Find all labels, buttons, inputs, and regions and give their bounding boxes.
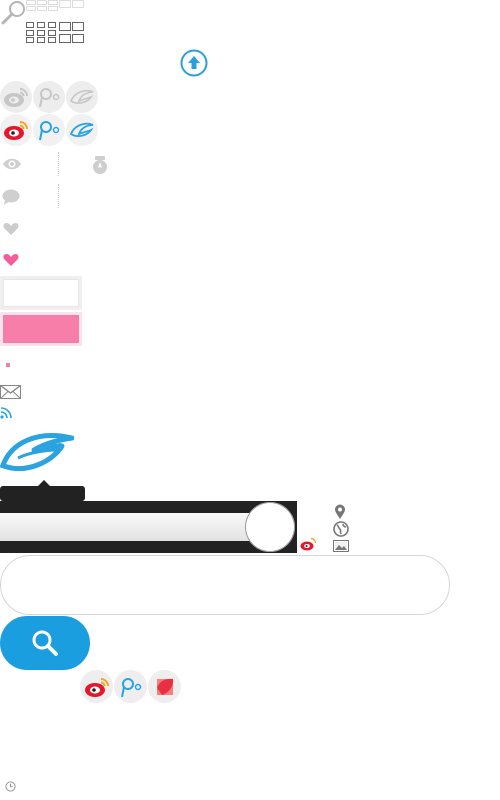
tencent-weibo-color-icon[interactable] bbox=[33, 114, 65, 146]
weibo-small-icon[interactable] bbox=[300, 537, 317, 551]
clock-icon bbox=[5, 781, 16, 792]
upload-icon[interactable] bbox=[180, 49, 208, 77]
grey-button[interactable] bbox=[0, 276, 82, 310]
grid-view-icon-faint bbox=[26, 0, 84, 12]
tooltip-arrow bbox=[38, 480, 50, 486]
search-button[interactable] bbox=[0, 616, 90, 670]
weibo-color-icon[interactable] bbox=[0, 114, 32, 146]
weibo-share-button[interactable] bbox=[80, 670, 113, 703]
qzone-color-icon[interactable] bbox=[66, 114, 98, 146]
medal-icon bbox=[92, 156, 108, 174]
search-icon bbox=[32, 630, 58, 656]
magnifier-icon[interactable] bbox=[0, 0, 28, 26]
qzone-logo-icon bbox=[0, 428, 74, 472]
comment-icon bbox=[2, 189, 20, 205]
globe-icon[interactable] bbox=[333, 521, 349, 537]
mail-icon[interactable] bbox=[0, 385, 21, 399]
tencent-share-button[interactable] bbox=[114, 670, 147, 703]
divider bbox=[58, 152, 59, 176]
heart-active-icon[interactable] bbox=[3, 253, 19, 267]
weibo-icon[interactable] bbox=[0, 81, 32, 113]
douban-share-button[interactable] bbox=[148, 670, 181, 703]
location-pin-icon[interactable] bbox=[334, 504, 346, 520]
eye-icon bbox=[2, 157, 22, 171]
divider bbox=[58, 184, 59, 208]
grid-view-icon[interactable] bbox=[26, 22, 84, 44]
rss-icon[interactable] bbox=[0, 405, 14, 419]
pink-button[interactable] bbox=[0, 312, 82, 346]
pink-dot bbox=[6, 363, 10, 367]
slider-thumb[interactable] bbox=[245, 502, 295, 552]
tooltip bbox=[0, 486, 85, 501]
search-input[interactable] bbox=[0, 555, 450, 615]
image-icon[interactable] bbox=[333, 540, 349, 552]
heart-icon[interactable] bbox=[3, 222, 19, 236]
qzone-icon[interactable] bbox=[66, 81, 98, 113]
tencent-weibo-icon[interactable] bbox=[33, 81, 65, 113]
slider-track[interactable] bbox=[0, 501, 297, 553]
slider-fill bbox=[0, 513, 260, 541]
